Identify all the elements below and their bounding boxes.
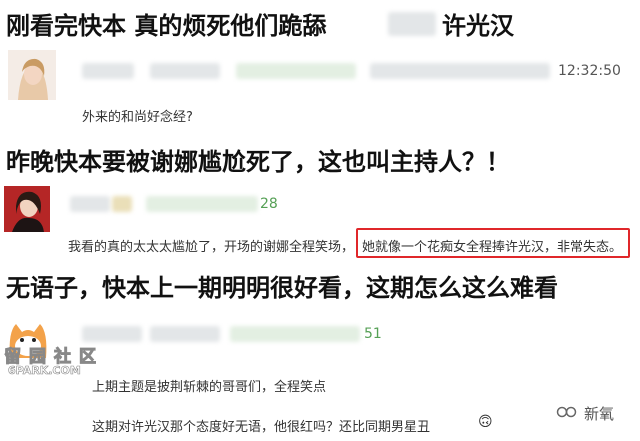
username-blur-2b bbox=[112, 196, 132, 212]
username-blur-3b bbox=[150, 326, 220, 342]
post-2-comment-a: 我看的真的太太太尴尬了，开场的谢娜全程笑场， bbox=[68, 240, 355, 255]
post-3-comment-2: 这期对许光汉那个态度好无语，他很红吗？还比同期男星丑 bbox=[92, 420, 431, 435]
avatar-user-1[interactable] bbox=[8, 50, 56, 100]
meta-blur-2 bbox=[146, 196, 258, 212]
username-blur-1 bbox=[82, 63, 134, 79]
headline-2: 昨晚快本要被谢娜尴尬死了，这也叫主持人？！ bbox=[6, 148, 510, 176]
watermark-url: 6PARK.COM bbox=[8, 364, 81, 378]
headline-1: 刚看完快本 真的烦死他们跪舔 bbox=[6, 12, 327, 40]
headline-1-tail: 许光汉 bbox=[442, 12, 514, 40]
brand-name: 新氧 bbox=[584, 405, 615, 423]
censored-name-blur bbox=[388, 12, 436, 36]
avatar-user-2[interactable] bbox=[4, 186, 50, 232]
headline-3: 无语子，快本上一期明明很好看，这期怎么这么难看 bbox=[6, 274, 558, 302]
emoji-upside-down: 🙃 bbox=[478, 414, 493, 430]
post-1-time: 12:32:50 bbox=[558, 63, 621, 79]
username-blur-2 bbox=[70, 196, 110, 212]
post-3-count: 51 bbox=[364, 326, 382, 342]
meta-blur-1 bbox=[236, 63, 356, 79]
post-3-comment-1: 上期主题是披荆斩棘的哥哥们，全程笑点 bbox=[92, 380, 327, 395]
meta-blur-1b bbox=[370, 63, 550, 79]
brand-logo-icon bbox=[556, 404, 578, 420]
username-blur-3 bbox=[82, 326, 142, 342]
meta-blur-3 bbox=[230, 326, 360, 342]
post-2-comment-b: 她就像一个花痴女全程捧许光汉，非常失态。 bbox=[362, 240, 623, 255]
post-1-comment: 外来的和尚好念经? bbox=[82, 110, 193, 125]
post-2-count: 28 bbox=[260, 196, 278, 212]
username-blur-1b bbox=[150, 63, 220, 79]
